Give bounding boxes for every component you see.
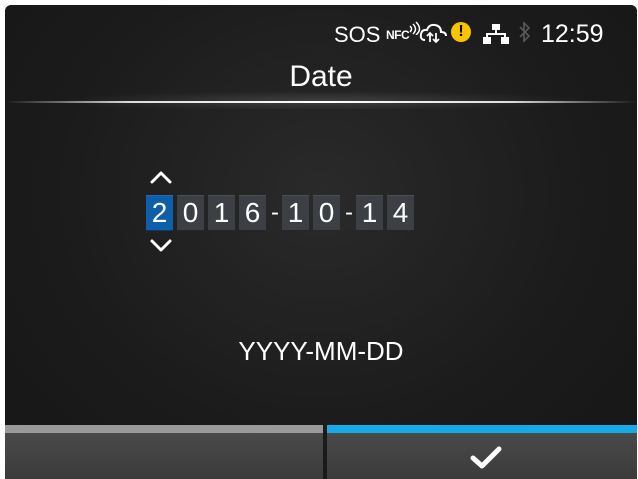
title-glow	[5, 89, 637, 109]
left-function-key[interactable]	[5, 425, 323, 479]
status-bar: SOS NFC ! 12:59	[5, 5, 637, 61]
nfc-indicator: NFC	[386, 28, 410, 42]
sos-indicator: SOS	[334, 22, 381, 47]
month-digit-1[interactable]: 1	[282, 195, 309, 231]
checkmark-icon	[470, 446, 502, 469]
title-divider	[5, 101, 637, 103]
date-separator: -	[345, 199, 353, 226]
day-digit-2[interactable]: 4	[387, 195, 414, 231]
day-digit-1[interactable]: 1	[356, 195, 383, 231]
function-key-bar	[5, 425, 637, 479]
year-digit-3[interactable]: 1	[208, 195, 235, 231]
year-digit-2[interactable]: 0	[177, 195, 204, 231]
chevron-up-icon[interactable]	[149, 169, 173, 185]
chevron-down-icon[interactable]	[149, 238, 173, 254]
bluetooth-icon	[519, 21, 531, 43]
warning-icon[interactable]: !	[451, 22, 471, 42]
month-digit-2[interactable]: 0	[313, 195, 340, 231]
printer-screen: SOS NFC ! 12:59 Date 2 0 1 6 - 1 0 - 1 4…	[5, 5, 637, 479]
confirm-button[interactable]	[327, 425, 637, 479]
year-digit-1[interactable]: 2	[146, 195, 173, 231]
clock: 12:59	[541, 20, 604, 48]
year-digit-4[interactable]: 6	[239, 195, 266, 231]
cloud-sync-icon	[419, 23, 447, 44]
date-format-hint: YYYY-MM-DD	[238, 336, 404, 366]
date-separator: -	[271, 199, 279, 226]
lan-icon	[483, 24, 509, 44]
